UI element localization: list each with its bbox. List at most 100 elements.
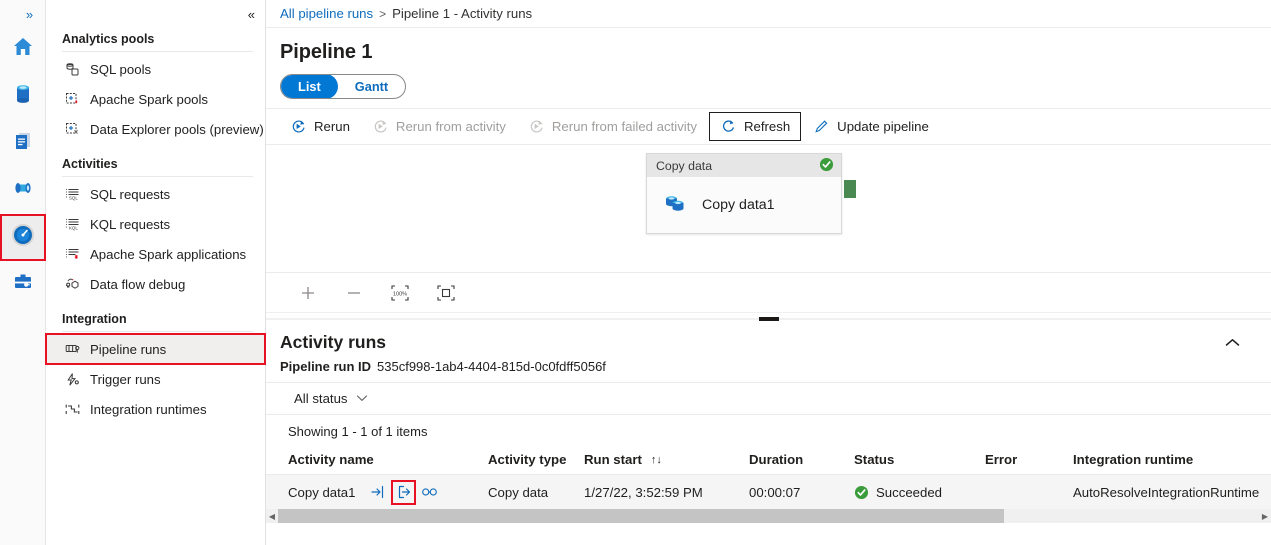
cell-run-start: 1/27/22, 3:52:59 PM <box>584 484 703 500</box>
column-header-status[interactable]: Status <box>854 452 985 467</box>
status-success-icon <box>854 485 869 500</box>
row-action-group <box>369 479 438 505</box>
table-horizontal-scrollbar[interactable]: ◀ ▶ <box>266 509 1271 523</box>
rail-item-monitor[interactable] <box>0 214 46 261</box>
rail-item-home[interactable] <box>0 26 46 73</box>
status-filter-dropdown[interactable]: All status <box>288 388 374 409</box>
sidebar-item-apache-spark-applications[interactable]: Apache Spark applications <box>46 239 265 269</box>
column-header-run-start[interactable]: Run start ↑↓ <box>584 452 749 467</box>
glasses-details-icon[interactable] <box>421 484 438 501</box>
sidebar-item-label: Trigger runs <box>90 371 161 387</box>
sidebar-collapse-button[interactable]: « <box>46 0 265 28</box>
rerun-from-activity-label: Rerun from activity <box>395 119 506 134</box>
column-header-run-start-label: Run start <box>584 452 642 467</box>
document-icon <box>11 129 35 158</box>
activity-node-name: Copy data1 <box>702 197 775 213</box>
tab-list[interactable]: List <box>281 75 338 98</box>
sidebar-item-integration-runtimes[interactable]: Integration runtimes <box>46 394 265 424</box>
sidebar-item-label: KQL requests <box>90 216 171 232</box>
panel-splitter[interactable] <box>266 312 1271 324</box>
rerun-label: Rerun <box>314 119 350 134</box>
breadcrumb-current: Pipeline 1 - Activity runs <box>392 6 533 21</box>
column-header-integration-runtime[interactable]: Integration runtime <box>1073 452 1271 467</box>
view-toggle-row: List Gantt <box>266 74 1271 108</box>
command-bar: Rerun Rerun from activity Rerun from fai… <box>266 108 1271 145</box>
sidebar-item-sql-requests[interactable]: SQL SQL requests <box>46 179 265 209</box>
scrollbar-track[interactable] <box>278 509 1259 523</box>
sidebar-item-sql-pools[interactable]: SQL pools <box>46 54 265 84</box>
splitter-grip[interactable] <box>758 316 779 321</box>
refresh-button[interactable]: Refresh <box>708 112 802 141</box>
column-header-activity-name[interactable]: Activity name <box>288 452 488 467</box>
tab-gantt[interactable]: Gantt <box>338 75 405 98</box>
column-header-activity-type[interactable]: Activity type <box>488 452 584 467</box>
zoom-in-button[interactable] <box>294 279 322 307</box>
showing-count: Showing 1 - 1 of 1 items <box>288 424 428 439</box>
sidebar-item-label: Apache Spark applications <box>90 246 247 262</box>
sidebar-divider <box>62 176 253 177</box>
activity-runs-collapse-button[interactable] <box>1216 333 1249 353</box>
sidebar-item-label: Data Explorer pools (preview) <box>90 121 264 137</box>
canvas-toolbar: 100% <box>266 272 1271 312</box>
update-pipeline-button[interactable]: Update pipeline <box>803 112 939 141</box>
pipeline-canvas[interactable]: Copy data Copy data1 <box>266 145 1271 272</box>
main-content: All pipeline runs > Pipeline 1 - Activit… <box>266 0 1271 545</box>
view-toggle: List Gantt <box>280 74 407 99</box>
rail-item-develop[interactable] <box>0 120 46 167</box>
rail-item-manage[interactable] <box>0 261 46 308</box>
rail-item-data[interactable] <box>0 73 46 120</box>
chevron-down-icon <box>356 391 368 406</box>
zoom-level-button[interactable]: 100% <box>386 279 414 307</box>
table-row[interactable]: Copy data1 Copy data 1/27/22, 3:52:59 PM… <box>266 475 1271 509</box>
scroll-right-arrow[interactable]: ▶ <box>1259 512 1271 521</box>
sidebar-item-data-explorer-pools[interactable]: Data Explorer pools (preview) <box>46 114 265 144</box>
input-arrow-icon[interactable] <box>369 484 386 501</box>
sidebar-item-trigger-runs[interactable]: Trigger runs <box>46 364 265 394</box>
node-success-output-anchor[interactable] <box>844 180 856 198</box>
sql-request-icon: SQL <box>64 186 81 203</box>
pipeline-runs-icon <box>64 341 81 358</box>
activity-runs-header: Activity runs <box>266 324 1271 355</box>
rail-expand-button[interactable]: » <box>0 2 46 26</box>
activity-node-copy-data1[interactable]: Copy data Copy data1 <box>646 153 842 234</box>
refresh-label: Refresh <box>743 119 791 134</box>
sidebar-item-apache-spark-pools[interactable]: Apache Spark pools <box>46 84 265 114</box>
pipeline-run-id: Pipeline run ID 535cf998-1ab4-4404-815d-… <box>266 355 1271 382</box>
spark-app-icon <box>64 246 81 263</box>
sidebar-group-activities-title: Activities <box>62 157 118 171</box>
zoom-out-button[interactable] <box>340 279 368 307</box>
output-arrow-icon[interactable] <box>391 479 417 505</box>
activity-runs-title: Activity runs <box>280 332 386 352</box>
cell-integration-runtime: AutoResolveIntegrationRuntime <box>1073 484 1260 500</box>
home-icon <box>11 35 35 64</box>
breadcrumb-all-pipeline-runs[interactable]: All pipeline runs <box>280 6 373 21</box>
sort-icon[interactable]: ↑↓ <box>651 454 662 466</box>
status-filter-label: All status <box>294 391 348 406</box>
pencil-icon <box>813 118 830 135</box>
fit-to-screen-button[interactable] <box>432 279 460 307</box>
cell-activity-name: Copy data1 <box>288 479 488 505</box>
sidebar-item-kql-requests[interactable]: KQL KQL requests <box>46 209 265 239</box>
copy-data-icon <box>663 191 689 219</box>
column-header-duration[interactable]: Duration <box>749 452 854 467</box>
sidebar-item-pipeline-runs[interactable]: Pipeline runs <box>45 333 266 365</box>
activity-node-header: Copy data <box>647 154 841 177</box>
rerun-button[interactable]: Rerun <box>280 112 360 141</box>
rail-item-integrate[interactable] <box>0 167 46 214</box>
rerun-from-failed-activity-button[interactable]: Rerun from failed activity <box>518 112 707 141</box>
update-pipeline-label: Update pipeline <box>837 119 929 134</box>
scrollbar-thumb[interactable] <box>278 509 1004 523</box>
left-icon-rail: » <box>0 0 46 545</box>
trigger-runs-icon <box>64 371 81 388</box>
scroll-left-arrow[interactable]: ◀ <box>266 512 278 521</box>
sidebar-item-label: SQL pools <box>90 61 152 77</box>
sidebar-item-label: Apache Spark pools <box>90 91 209 107</box>
column-header-error[interactable]: Error <box>985 452 1073 467</box>
pipeline-run-id-label: Pipeline run ID <box>280 359 372 374</box>
page-title: Pipeline 1 <box>280 41 373 63</box>
rerun-from-activity-button[interactable]: Rerun from activity <box>362 112 516 141</box>
sidebar-item-data-flow-debug[interactable]: Data flow debug <box>46 269 265 299</box>
activity-name-text: Copy data1 <box>288 484 356 500</box>
activity-runs-filter-bar: All status <box>266 382 1271 415</box>
